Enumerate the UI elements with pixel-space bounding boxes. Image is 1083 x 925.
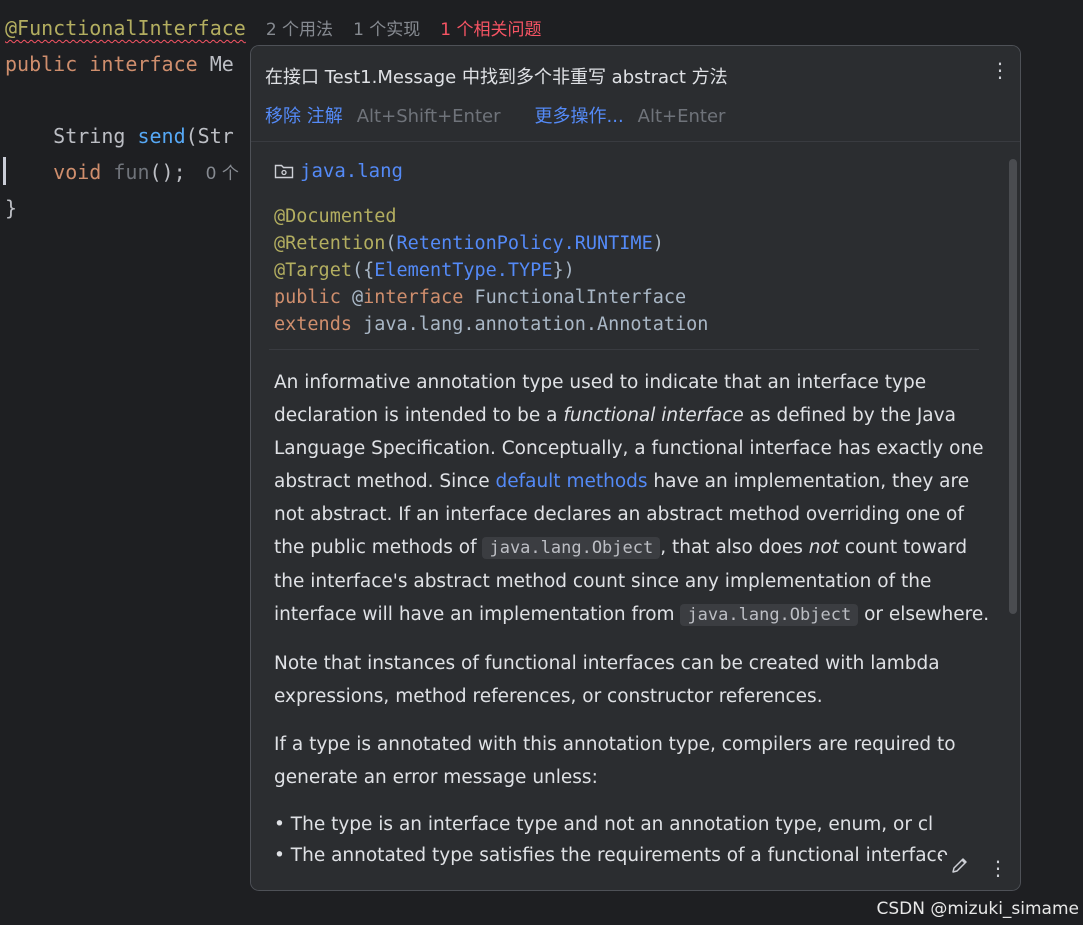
code-line-5[interactable]: } [5,195,17,221]
scrollbar-thumb[interactable] [1009,159,1017,614]
usages-inlay[interactable]: 2 个用法 [266,20,333,40]
vertical-ellipsis-icon[interactable]: ⋮ [990,58,1010,82]
target-annotation[interactable]: @Target [274,260,352,281]
element-type-link[interactable]: ElementType.TYPE [374,260,552,281]
code-line-4[interactable]: void fun(); 0 个 [5,159,239,187]
doc-toolbar: ⋮ [942,855,1008,880]
retention-annotation[interactable]: @Retention [274,233,385,254]
list-item: • The type is an interface type and not … [274,814,934,835]
code-line-1[interactable]: @FunctionalInterface 2 个用法 1 个实现 1 个相关问题 [5,15,542,43]
implementations-inlay[interactable]: 1 个实现 [353,20,420,40]
send-method-name[interactable]: send [137,124,185,148]
supertype-name: java.lang.annotation.Annotation [363,314,709,335]
vertical-ellipsis-icon[interactable]: ⋮ [988,856,1008,880]
functional-interface-annotation[interactable]: @FunctionalInterface [5,16,246,40]
code-line-3[interactable]: String send(Str [5,123,234,149]
javadoc-body: An informative annotation type used to i… [274,366,994,871]
documented-annotation[interactable]: @Documented [274,206,397,227]
retention-policy-link[interactable]: RetentionPolicy.RUNTIME [397,233,653,254]
fun-usages-inlay[interactable]: 0 个 [206,164,239,184]
interface-name[interactable]: Me [210,52,234,76]
quick-fix-actions: 移除 注解 Alt+Shift+Enter 更多操作... Alt+Enter [265,102,725,128]
doc-paragraph-2: Note that instances of functional interf… [274,653,940,707]
problem-header: 在接口 Test1.Message 中找到多个非重写 abstract 方法 ⋮… [251,46,1020,142]
closing-brace: } [5,196,18,220]
more-actions-link[interactable]: 更多操作... [535,106,624,127]
default-methods-link[interactable]: default methods [495,471,647,492]
problem-description: 在接口 Test1.Message 中找到多个非重写 abstract 方法 [265,67,728,88]
pencil-edit-icon[interactable] [950,855,970,880]
package-folder-icon [274,164,294,179]
remove-annotation-link[interactable]: 移除 注解 [265,106,343,127]
remove-shortcut-hint: Alt+Shift+Enter [356,106,501,127]
string-type[interactable]: String [53,124,125,148]
package-link[interactable]: java.lang [274,160,403,182]
documentation-content[interactable]: java.lang @Documented @Retention(Retenti… [251,143,1020,890]
related-problems-inlay[interactable]: 1 个相关问题 [440,20,541,40]
declaration-signature: @Documented @Retention(RetentionPolicy.R… [274,206,709,335]
watermark-text: CSDN @mizuki_simame [876,899,1080,919]
requirements-list: • The type is an interface type and not … [274,809,994,871]
inline-code: java.lang.Object [680,604,859,626]
doc-paragraph-3: If a type is annotated with this annotat… [274,734,956,788]
send-params: (Str [185,124,234,148]
list-item: • The annotated type satisfies the requi… [274,845,954,866]
public-keyword: public [5,52,78,76]
doc-paragraph-1: An informative annotation type used to i… [274,372,990,626]
documentation-popup[interactable]: 在接口 Test1.Message 中找到多个非重写 abstract 方法 ⋮… [250,45,1021,891]
inline-code: java.lang.Object [482,537,661,559]
more-actions-shortcut-hint: Alt+Enter [637,106,726,127]
code-line-2[interactable]: public interface Me [5,51,234,77]
divider [269,349,979,350]
fun-params: (); [149,160,186,184]
interface-keyword: interface [89,52,198,76]
void-keyword: void [53,160,102,184]
fun-method-name[interactable]: fun [113,160,149,184]
type-name: FunctionalInterface [474,287,687,308]
package-name[interactable]: java.lang [300,160,403,182]
